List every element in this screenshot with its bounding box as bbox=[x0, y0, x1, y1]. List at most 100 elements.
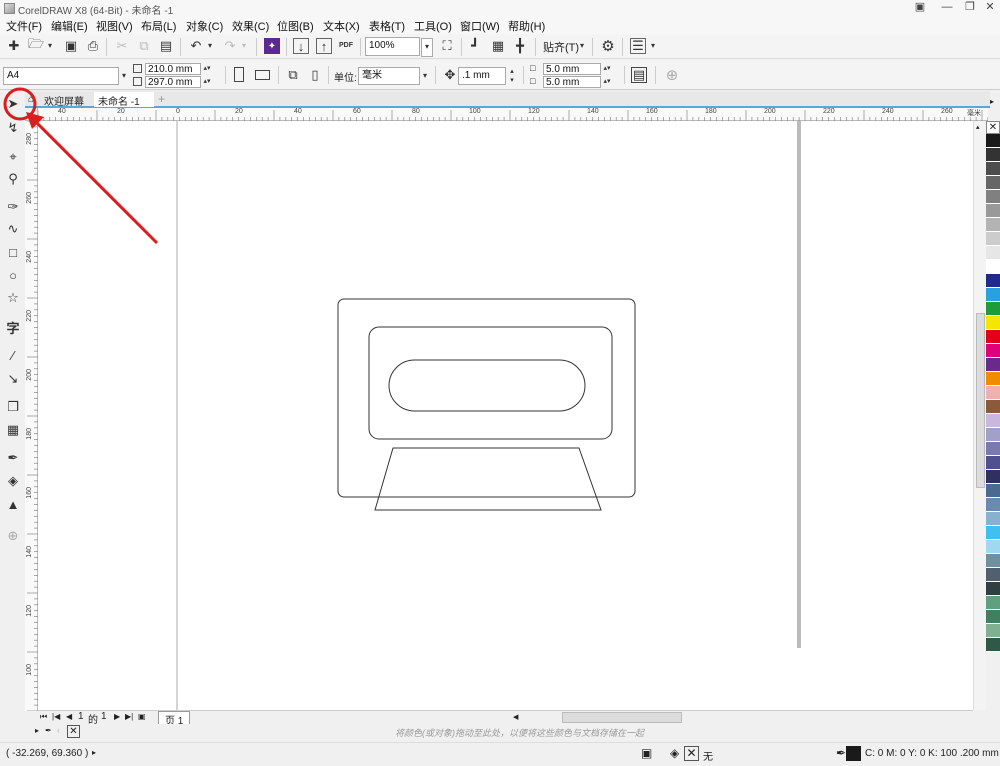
palette-swatch[interactable] bbox=[986, 302, 1000, 316]
palette-swatch[interactable] bbox=[986, 512, 1000, 526]
palette-swatch[interactable] bbox=[986, 428, 1000, 442]
eyedropper-icon[interactable]: ✒ bbox=[45, 726, 52, 735]
drawing-canvas[interactable] bbox=[38, 121, 973, 710]
snap-dropdown-icon[interactable]: ▾ bbox=[577, 38, 587, 54]
palette-swatch[interactable] bbox=[986, 190, 1000, 204]
new-document-icon[interactable]: ✚ bbox=[6, 38, 22, 54]
redo-icon[interactable]: ↷ bbox=[222, 38, 238, 54]
text-tool-icon[interactable]: 字 bbox=[4, 318, 22, 336]
drop-shadow-tool-icon[interactable]: ❐ bbox=[4, 398, 22, 416]
page-size-select[interactable]: A4 bbox=[3, 67, 119, 85]
palette-swatch[interactable] bbox=[986, 470, 1000, 484]
ellipse-tool-icon[interactable]: ○ bbox=[4, 266, 22, 284]
duplicate-distance-y-field[interactable]: 5.0 mm bbox=[543, 76, 601, 88]
doc-palette-menu-icon[interactable]: ▸ bbox=[35, 726, 39, 735]
add-page-icon[interactable]: ▣ bbox=[138, 712, 146, 721]
account-icon[interactable]: ▣ bbox=[908, 0, 932, 16]
palette-swatch[interactable] bbox=[986, 148, 1000, 162]
close-button[interactable]: ✕ bbox=[978, 0, 1000, 16]
minimize-button[interactable]: — bbox=[935, 0, 959, 16]
save-icon[interactable]: ▣ bbox=[63, 38, 79, 54]
connector-tool-icon[interactable]: ↘ bbox=[4, 370, 22, 388]
snap-to-menu[interactable]: 贴齐(T) bbox=[543, 39, 579, 55]
units-select[interactable]: 毫米 bbox=[358, 67, 420, 85]
add-tool-icon[interactable]: ⊕ bbox=[4, 527, 22, 545]
color-proof-icon[interactable]: ▣ bbox=[641, 746, 652, 760]
palette-swatch[interactable] bbox=[986, 442, 1000, 456]
palette-swatch[interactable] bbox=[986, 344, 1000, 358]
palette-swatch[interactable] bbox=[986, 484, 1000, 498]
palette-swatch[interactable] bbox=[986, 288, 1000, 302]
export-icon[interactable]: ↑ bbox=[316, 38, 332, 54]
smart-fill-tool-icon[interactable]: ▲ bbox=[4, 495, 22, 513]
palette-swatch[interactable] bbox=[986, 414, 1000, 428]
palette-swatch[interactable] bbox=[986, 372, 1000, 386]
palette-swatch[interactable] bbox=[986, 218, 1000, 232]
undo-icon[interactable]: ↶ bbox=[188, 38, 204, 54]
transparency-tool-icon[interactable]: ▦ bbox=[4, 421, 22, 439]
print-icon[interactable]: ⎙ bbox=[85, 38, 101, 54]
menu-bitmaps[interactable]: 位图(B) bbox=[277, 18, 314, 34]
units-dropdown-icon[interactable]: ▾ bbox=[420, 68, 430, 84]
first-page-icon[interactable]: ⏮ bbox=[40, 712, 47, 722]
palette-swatch[interactable] bbox=[986, 638, 1000, 652]
portrait-icon[interactable] bbox=[234, 67, 244, 82]
show-grid-icon[interactable]: ▦ bbox=[490, 38, 506, 54]
previous-page-button[interactable]: ◀ bbox=[66, 712, 72, 721]
quick-customize-icon[interactable]: ⊕ bbox=[664, 67, 680, 84]
palette-swatch[interactable] bbox=[986, 526, 1000, 540]
duplicate-distance-x-field[interactable]: 5.0 mm bbox=[543, 63, 601, 75]
no-color-swatch[interactable]: ✕ bbox=[986, 121, 1000, 134]
palette-swatch[interactable] bbox=[986, 540, 1000, 554]
polygon-tool-icon[interactable]: ☆ bbox=[4, 289, 22, 307]
nudge-spinner[interactable]: ▴ ▾ bbox=[507, 67, 517, 84]
search-content-icon[interactable]: ✦ bbox=[264, 38, 280, 54]
options-gear-icon[interactable]: ⚙ bbox=[600, 38, 616, 55]
palette-swatch[interactable] bbox=[986, 596, 1000, 610]
palette-swatch[interactable] bbox=[986, 316, 1000, 330]
open-icon[interactable]: 🗁 bbox=[28, 36, 44, 54]
palette-swatch[interactable] bbox=[986, 358, 1000, 372]
palette-swatch[interactable] bbox=[986, 274, 1000, 288]
current-page-icon[interactable]: ▯ bbox=[307, 67, 323, 83]
menu-view[interactable]: 视图(V) bbox=[96, 18, 133, 34]
dup-y-spinner[interactable]: ▴▾ bbox=[602, 76, 612, 88]
launcher-dropdown-icon[interactable]: ▾ bbox=[648, 38, 658, 54]
application-launcher-icon[interactable]: ☰ bbox=[630, 38, 646, 54]
dimension-tool-icon[interactable]: ∕ bbox=[4, 346, 22, 364]
scroll-palette-left-icon[interactable]: ‹ bbox=[57, 726, 60, 735]
show-rulers-icon[interactable]: ┛ bbox=[467, 38, 483, 54]
height-spinner[interactable]: ▴▾ bbox=[202, 76, 212, 88]
import-icon[interactable]: ↓ bbox=[293, 38, 309, 54]
paste-icon[interactable]: ▤ bbox=[158, 38, 174, 54]
status-expand-icon[interactable]: ▸ bbox=[92, 748, 96, 757]
palette-swatch[interactable] bbox=[986, 330, 1000, 344]
dup-x-spinner[interactable]: ▴▾ bbox=[602, 63, 612, 75]
palette-swatch[interactable] bbox=[986, 498, 1000, 512]
palette-swatch[interactable] bbox=[986, 568, 1000, 582]
horizontal-scroll-thumb[interactable] bbox=[562, 712, 682, 723]
palette-swatch[interactable] bbox=[986, 554, 1000, 568]
menu-window[interactable]: 窗口(W) bbox=[460, 18, 500, 34]
menu-file[interactable]: 文件(F) bbox=[6, 18, 42, 34]
menu-table[interactable]: 表格(T) bbox=[369, 18, 405, 34]
menu-text[interactable]: 文本(X) bbox=[323, 18, 360, 34]
show-guidelines-icon[interactable]: ╋ bbox=[512, 38, 528, 54]
palette-swatch[interactable] bbox=[986, 162, 1000, 176]
palette-swatch[interactable] bbox=[986, 582, 1000, 596]
menu-tools[interactable]: 工具(O) bbox=[414, 18, 452, 34]
palette-swatch[interactable] bbox=[986, 610, 1000, 624]
undo-dropdown-icon[interactable]: ▾ bbox=[205, 38, 215, 54]
palette-swatch[interactable] bbox=[986, 176, 1000, 190]
menu-object[interactable]: 对象(C) bbox=[186, 18, 223, 34]
palette-swatch[interactable] bbox=[986, 134, 1000, 148]
zoom-level-field[interactable]: 100% bbox=[365, 37, 420, 56]
menu-layout[interactable]: 布局(L) bbox=[141, 18, 176, 34]
zoom-dropdown-icon[interactable]: ▾ bbox=[421, 38, 433, 57]
scroll-left-icon[interactable]: ◀ bbox=[513, 713, 518, 721]
full-screen-icon[interactable]: ⛶ bbox=[439, 38, 455, 54]
landscape-icon[interactable] bbox=[255, 70, 270, 80]
copy-icon[interactable]: ⧉ bbox=[136, 38, 152, 54]
outline-color-swatch[interactable] bbox=[846, 746, 861, 761]
open-dropdown-icon[interactable]: ▾ bbox=[45, 38, 55, 54]
